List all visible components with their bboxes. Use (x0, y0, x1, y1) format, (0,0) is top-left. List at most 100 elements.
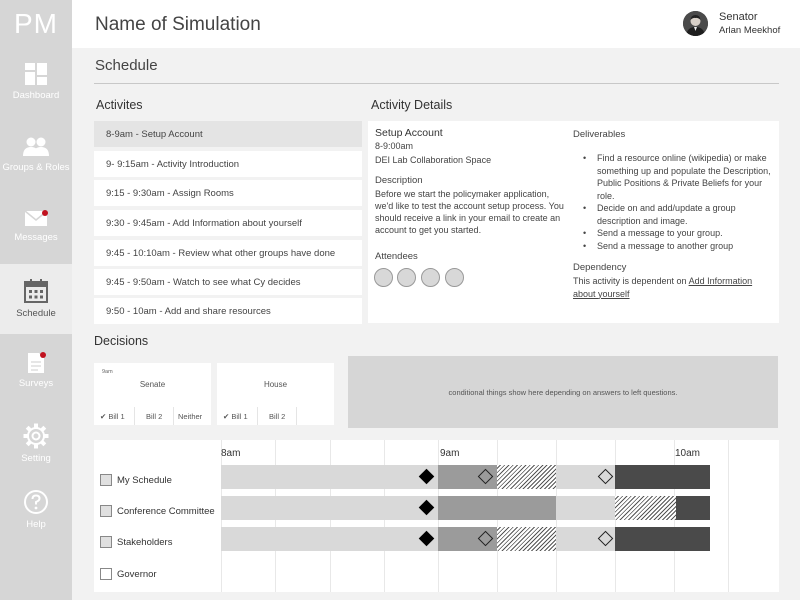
conditional-panel: conditional things show here depending o… (348, 356, 778, 428)
timeline-block[interactable] (221, 496, 438, 520)
divider (134, 407, 135, 425)
timeline-block[interactable] (221, 465, 438, 489)
timeline-row-stakeholders[interactable]: Stakeholders (100, 535, 172, 549)
activities-heading: Activites (96, 98, 143, 112)
timeline-block[interactable] (615, 465, 710, 489)
nav-label: Schedule (16, 308, 56, 319)
chamber-label: House (263, 380, 288, 389)
activity-item[interactable]: 9:15 - 9:30am - Assign Rooms (94, 180, 362, 206)
timeline-row-my-schedule[interactable]: My Schedule (100, 473, 172, 487)
vote-option-bill-1[interactable]: ✔ Bill 1 (100, 412, 125, 421)
calendar-icon (24, 279, 48, 303)
row-label: My Schedule (117, 474, 172, 486)
row-label: Governor (117, 568, 157, 580)
timeline-block[interactable] (221, 527, 438, 551)
nav-dashboard[interactable]: Dashboard (0, 62, 72, 130)
vote-option-bill-2[interactable]: Bill 2 (269, 412, 285, 421)
nav-label: Help (26, 519, 46, 530)
activity-item[interactable]: 9:45 - 9:50am - Watch to see what Cy dec… (94, 269, 362, 295)
vote-option-label: Bill 2 (146, 412, 163, 421)
nav-help[interactable]: Help (0, 489, 72, 557)
row-checkbox[interactable] (100, 505, 112, 517)
activity-label: 9:45 - 9:50am - Watch to see what Cy dec… (106, 276, 301, 288)
nav-label: Messages (14, 232, 58, 243)
nav-label: Setting (21, 453, 51, 464)
notification-dot (42, 210, 48, 216)
gear-icon (23, 423, 49, 449)
attendee-avatar[interactable] (397, 268, 416, 287)
deliverable-item: Decide on and add/update a group descrip… (583, 202, 775, 227)
row-checkbox[interactable] (100, 474, 112, 486)
dependency-heading: Dependency (573, 262, 627, 273)
help-icon (24, 490, 48, 514)
activity-title: Setup Account (375, 127, 443, 139)
timeline-block[interactable] (615, 496, 676, 520)
dependency-text: This activity is dependent on Add Inform… (573, 275, 768, 300)
activity-item[interactable]: 9- 9:15am - Activity Introduction (94, 151, 362, 177)
conditional-text: conditional things show here depending o… (448, 387, 678, 397)
timeline-block[interactable] (497, 465, 556, 489)
activity-item[interactable]: 8-9am - Setup Account (94, 121, 362, 147)
attendee-avatar[interactable] (374, 268, 393, 287)
description-heading: Description (375, 175, 423, 186)
divider (173, 407, 174, 425)
decisions-heading: Decisions (94, 334, 149, 348)
vote-option-bill-2[interactable]: Bill 2 (146, 412, 162, 421)
activity-label: 9:45 - 10:10am - Review what other group… (106, 247, 336, 259)
description-text: Before we start the policymaker applicat… (375, 189, 564, 235)
user-photo-icon (683, 11, 708, 36)
timeline-block[interactable] (556, 496, 615, 520)
deliverable-item: Send a message to your group. (583, 227, 775, 240)
simulation-title: Name of Simulation (95, 14, 261, 35)
nav-surveys[interactable]: Surveys (0, 352, 72, 420)
timeline-block[interactable] (497, 527, 556, 551)
notification-dot (40, 352, 46, 358)
vote-option-label: Bill 1 (108, 412, 125, 421)
activity-details-heading: Activity Details (371, 98, 453, 112)
deliverables-list: Find a resource online (wikipedia) or ma… (583, 152, 775, 252)
chamber-label: Senate (139, 380, 166, 389)
user-name: Arlan Meekhof (719, 25, 781, 36)
nav-setting[interactable]: Setting (0, 423, 72, 491)
vote-option-neither[interactable]: Neither (178, 412, 202, 421)
nav-groups-roles[interactable]: Groups & Roles (0, 136, 72, 204)
hour-label: 9am (440, 448, 460, 459)
hour-label: 10am (675, 448, 701, 459)
row-label: Stakeholders (117, 536, 173, 548)
divider (94, 83, 779, 84)
row-label: Conference Committee (117, 505, 215, 517)
house-vote-card: House ✔ Bill 1 Bill 2 (217, 363, 334, 425)
activity-label: 9- 9:15am - Activity Introduction (106, 158, 240, 170)
timeline-block[interactable] (438, 496, 556, 520)
activity-label: 9:30 - 9:45am - Add Information about yo… (106, 217, 302, 229)
attendee-avatar[interactable] (445, 268, 464, 287)
row-checkbox[interactable] (100, 568, 112, 580)
timeline-row-governor[interactable]: Governor (100, 567, 157, 581)
deliverables-heading: Deliverables (573, 129, 626, 140)
timeline-row-conference-committee[interactable]: Conference Committee (100, 504, 215, 518)
activity-item[interactable]: 9:50 - 10am - Add and share resources (94, 298, 362, 324)
activity-item[interactable]: 9:45 - 10:10am - Review what other group… (94, 240, 362, 266)
divider (296, 407, 297, 425)
vote-option-label: Bill 1 (231, 412, 248, 421)
timeline-block[interactable] (676, 496, 710, 520)
attendee-avatar[interactable] (421, 268, 440, 287)
dashboard-icon (25, 63, 47, 85)
activity-label: 9:50 - 10am - Add and share resources (106, 305, 271, 317)
vote-time: 9am (102, 369, 113, 375)
check-icon: ✔ (100, 412, 107, 421)
avatar[interactable] (683, 11, 708, 36)
app-logo: PM (14, 8, 58, 39)
activity-item[interactable]: 9:30 - 9:45am - Add Information about yo… (94, 210, 362, 236)
activity-label: 9:15 - 9:30am - Assign Rooms (106, 187, 234, 199)
nav-label: Groups & Roles (2, 162, 70, 173)
row-checkbox[interactable] (100, 536, 112, 548)
activity-label: 8-9am - Setup Account (106, 128, 203, 140)
groups-icon (23, 137, 49, 156)
activity-details-panel: Setup Account 8-9:00am DEI Lab Collabora… (368, 121, 779, 323)
user-role: Senator (719, 11, 758, 23)
vote-option-bill-1[interactable]: ✔ Bill 1 (223, 412, 248, 421)
timeline-block[interactable] (615, 527, 710, 551)
vote-option-label: Neither (178, 412, 203, 421)
nav-schedule[interactable]: Schedule (0, 264, 72, 334)
